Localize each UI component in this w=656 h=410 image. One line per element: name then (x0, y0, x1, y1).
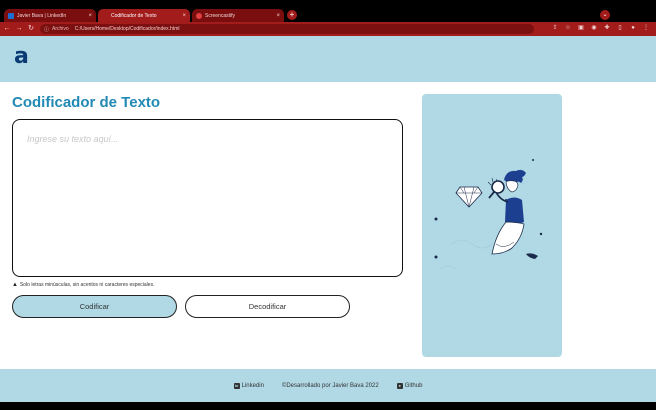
diamond-icon (455, 186, 483, 208)
tab-label: Javier Bava | LinkedIn (17, 12, 67, 19)
input-hint: ▲ Solo letras minúsculas, sin acentos ni… (12, 282, 154, 288)
profile-icon[interactable]: ● (629, 24, 637, 33)
puzzle-icon[interactable]: ✚ (603, 24, 611, 33)
magnifying-glass-icon (488, 180, 505, 199)
address-url: C:/Users/Home/Desktop/Codificador/index.… (74, 26, 180, 32)
toolbar-icons: ⇪ ☆ ▣ ◉ ✚ ▯ ● ⋮ (551, 24, 650, 33)
warning-icon: ▲ (12, 282, 18, 288)
footer-linkedin-label: Linkedin (241, 382, 264, 389)
input-hint-text: Solo letras minúsculas, sin acentos ni c… (19, 282, 155, 288)
page-title: Codificador de Texto (12, 94, 161, 111)
tab-screencastify[interactable]: Screencastify × (192, 9, 284, 22)
screencast-icon[interactable]: ◉ (590, 24, 598, 33)
output-panel (422, 94, 562, 357)
tab-label: Codificador de Texto (111, 12, 157, 19)
linkedin-icon: in (233, 382, 240, 389)
person-with-magnifier-illustration (434, 159, 543, 270)
window-bottom-edge (0, 402, 656, 410)
reload-icon[interactable]: ↻ (26, 24, 36, 34)
back-arrow-icon[interactable]: ← (2, 24, 12, 34)
close-icon[interactable]: × (182, 13, 186, 19)
decode-button[interactable]: Decodificar (185, 295, 350, 318)
footer-github-link[interactable]: ● Github (396, 382, 423, 389)
new-tab-button[interactable]: + (287, 10, 297, 20)
tab-linkedin[interactable]: Javier Bava | LinkedIn × (4, 9, 96, 22)
text-input[interactable] (12, 119, 403, 277)
footer-credit: ©Desarrollado por Javier Bava 2022 (281, 382, 379, 389)
linkedin-icon (8, 12, 14, 19)
page-icon (102, 12, 108, 19)
sidebar-icon[interactable]: ▯ (616, 24, 624, 33)
tab-codificador[interactable]: Codificador de Texto × (98, 9, 190, 22)
site-footer: in Linkedin ©Desarrollado por Javier Bav… (0, 369, 656, 402)
web-page: a Codificador de Texto ▲ Solo letras min… (0, 36, 656, 402)
menu-icon[interactable]: ⋮ (642, 24, 650, 33)
close-icon[interactable]: × (276, 13, 280, 19)
footer-linkedin-link[interactable]: in Linkedin (233, 382, 264, 389)
star-icon[interactable]: ☆ (564, 24, 572, 33)
footer-github-label: Github (404, 382, 423, 389)
browser-toolbar: ← → ↻ ⓘ Archivo C:/Users/Home/Desktop/Co… (0, 22, 656, 36)
tab-search-button[interactable]: ⌄ (600, 10, 610, 20)
share-icon[interactable]: ⇪ (551, 24, 559, 33)
close-icon[interactable]: × (88, 13, 92, 19)
browser-tab-bar: Javier Bava | LinkedIn × Codificador de … (0, 0, 656, 22)
tab-label: Screencastify (205, 12, 236, 19)
forward-arrow-icon[interactable]: → (14, 24, 24, 34)
site-header: a (0, 36, 656, 82)
address-scheme: Archivo (52, 26, 69, 32)
address-bar[interactable]: ⓘ Archivo C:/Users/Home/Desktop/Codifica… (40, 24, 534, 34)
encode-button[interactable]: Codificar (12, 295, 177, 318)
site-logo[interactable]: a (14, 45, 29, 69)
screencastify-icon (196, 12, 202, 19)
extension-icon[interactable]: ▣ (577, 24, 585, 33)
github-icon: ● (396, 382, 403, 389)
info-icon[interactable]: ⓘ (44, 26, 49, 33)
